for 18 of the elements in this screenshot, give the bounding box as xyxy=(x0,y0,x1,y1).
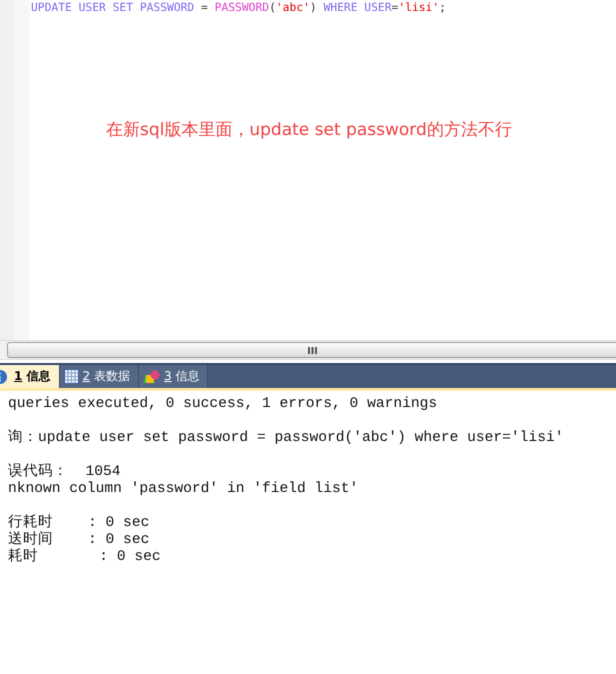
tab[interactable]: 3 信息 xyxy=(139,365,208,388)
shapes-icon xyxy=(143,369,160,384)
info-icon xyxy=(0,368,8,384)
output-line: 误代码： 1054 xyxy=(8,464,121,481)
output-line: queries executed, 0 success, 1 errors, 0 warnings xyxy=(8,396,438,413)
output-line: nknown column 'password' in 'field list' xyxy=(8,481,358,498)
output-line: 耗时 : 0 sec xyxy=(8,549,161,566)
annotation-text: 在新sql版本里面，update set password的方法不行 xyxy=(106,119,512,141)
output-line: 询：update user set password = password('abc') where user='lisi' xyxy=(8,430,564,447)
grid-icon xyxy=(64,369,79,384)
grip-icon xyxy=(308,346,316,354)
tab[interactable]: 1 信息 xyxy=(0,365,60,388)
code-line: UPDATE USER SET PASSWORD = PASSWORD('abc') WHERE USER='lisi'; xyxy=(30,0,446,15)
horizontal-scrollbar[interactable] xyxy=(0,340,616,360)
tab[interactable]: 2 表数据 xyxy=(60,365,140,388)
output-line: 送时间 : 0 sec xyxy=(8,532,150,548)
scrollbar-thumb[interactable] xyxy=(7,342,616,358)
output-line: 行耗时 : 0 sec xyxy=(8,515,150,531)
